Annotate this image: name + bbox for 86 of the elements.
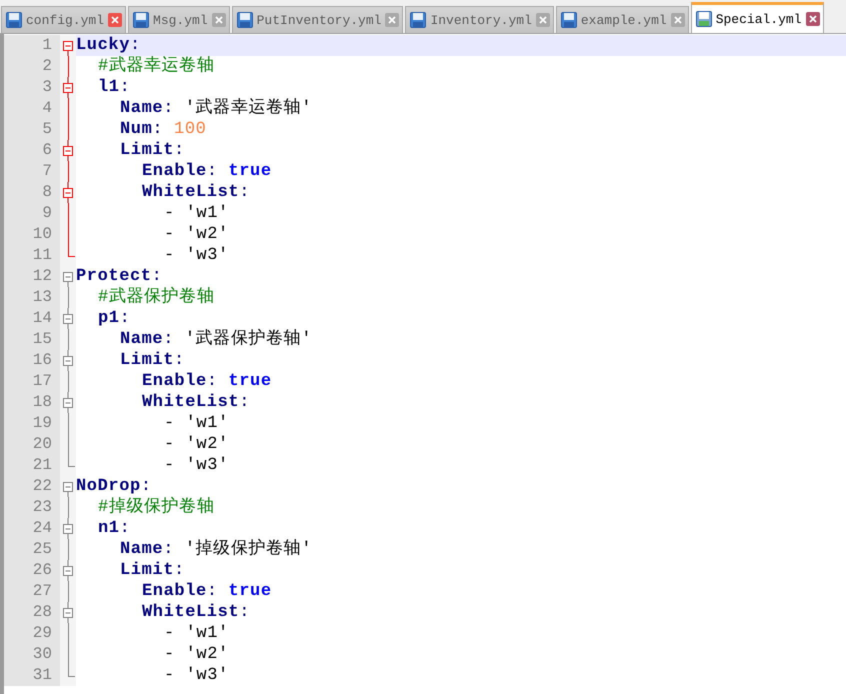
code-line: Name: '掉级保护卷轴' [120,539,312,560]
line-number: 14 [4,308,60,329]
file-tab[interactable]: example.yml [556,6,689,33]
close-icon[interactable] [385,13,400,27]
line-number: 15 [4,329,60,350]
line-number: 20 [4,434,60,455]
line-number: 11 [4,245,60,266]
line-number: 6 [4,140,60,161]
code-line: Name: '武器幸运卷轴' [120,98,312,119]
code-line: Num: 100 [120,119,206,140]
fold-toggle-icon[interactable] [60,308,76,329]
code-line: Protect: [76,266,162,286]
fold-end-line [68,455,74,467]
close-icon[interactable] [212,13,226,27]
code-line: - 'w2' [164,224,229,245]
file-tab[interactable]: Special.yml [690,2,824,33]
close-icon[interactable] [670,13,685,27]
code-line: n1: [98,518,130,539]
fold-toggle-icon[interactable] [60,602,76,623]
line-number: 22 [4,476,60,497]
line-number: 8 [4,182,60,203]
line-number: 29 [4,623,60,644]
code-line: Limit: [120,560,185,581]
file-tab[interactable]: PutInventory.yml [232,6,404,33]
code-line: Enable: true [142,161,272,182]
code-line: #武器保护卷轴 [98,287,214,308]
fold-toggle-icon[interactable] [60,392,76,413]
line-number: 24 [4,518,60,539]
line-number: 23 [4,497,60,518]
code-line: - 'w1' [164,413,229,434]
line-number: 3 [4,77,60,98]
line-number: 27 [4,581,60,602]
close-icon[interactable] [806,12,820,26]
fold-toggle-icon[interactable] [60,77,76,98]
close-icon[interactable] [536,13,550,27]
fold-toggle-icon[interactable] [60,350,76,371]
code-line: - 'w3' [164,665,229,686]
code-line: WhiteList: [142,602,250,623]
line-number: 25 [4,539,60,560]
line-number: 2 [4,56,60,77]
code-line: WhiteList: [142,392,250,413]
line-number: 17 [4,371,60,392]
code-line: l1: [98,77,130,98]
close-icon[interactable] [108,13,122,27]
code-line: Limit: [120,140,185,161]
code-line: #武器幸运卷轴 [98,56,214,77]
code-line: WhiteList: [142,182,250,203]
line-number: 10 [4,224,60,245]
fold-end-line [68,245,74,257]
code-line: - 'w2' [164,644,229,665]
code-line: Limit: [120,350,185,371]
line-number: 31 [4,665,60,686]
line-number: 30 [4,644,60,665]
line-number: 1 [4,35,60,56]
line-number: 16 [4,350,60,371]
line-number: 26 [4,560,60,581]
fold-toggle-icon[interactable] [60,140,76,161]
code-line: p1: [98,308,130,329]
line-number: 18 [4,392,60,413]
line-number: 9 [4,203,60,224]
fold-end-line [68,665,74,677]
code-line: - 'w1' [164,203,229,224]
code-line: #掉级保护卷轴 [98,497,214,518]
code-line: - 'w3' [164,455,229,476]
code-line: - 'w2' [164,434,229,455]
line-number: 13 [4,287,60,308]
code-line: Name: '武器保护卷轴' [120,329,312,350]
fold-toggle-icon[interactable] [60,182,76,203]
fold-toggle-icon[interactable] [60,518,76,539]
code-line: - 'w1' [164,623,229,644]
line-number: 19 [4,413,60,434]
line-number: 7 [4,161,60,182]
code-line: Enable: true [142,371,272,392]
code-line: NoDrop: [76,476,152,497]
line-number: 21 [4,455,60,476]
code-line: Enable: true [142,581,272,602]
line-number: 4 [4,98,60,119]
file-tab[interactable]: Msg.yml [128,6,230,33]
line-number: 12 [4,266,60,287]
code-line: - 'w3' [164,245,229,266]
file-tab[interactable]: Inventory.yml [405,6,554,33]
fold-toggle-icon[interactable] [60,560,76,581]
line-number: 5 [4,119,60,140]
file-tab[interactable]: config.yml [1,6,126,33]
line-number: 28 [4,602,60,623]
code-line: Lucky: [76,35,141,56]
